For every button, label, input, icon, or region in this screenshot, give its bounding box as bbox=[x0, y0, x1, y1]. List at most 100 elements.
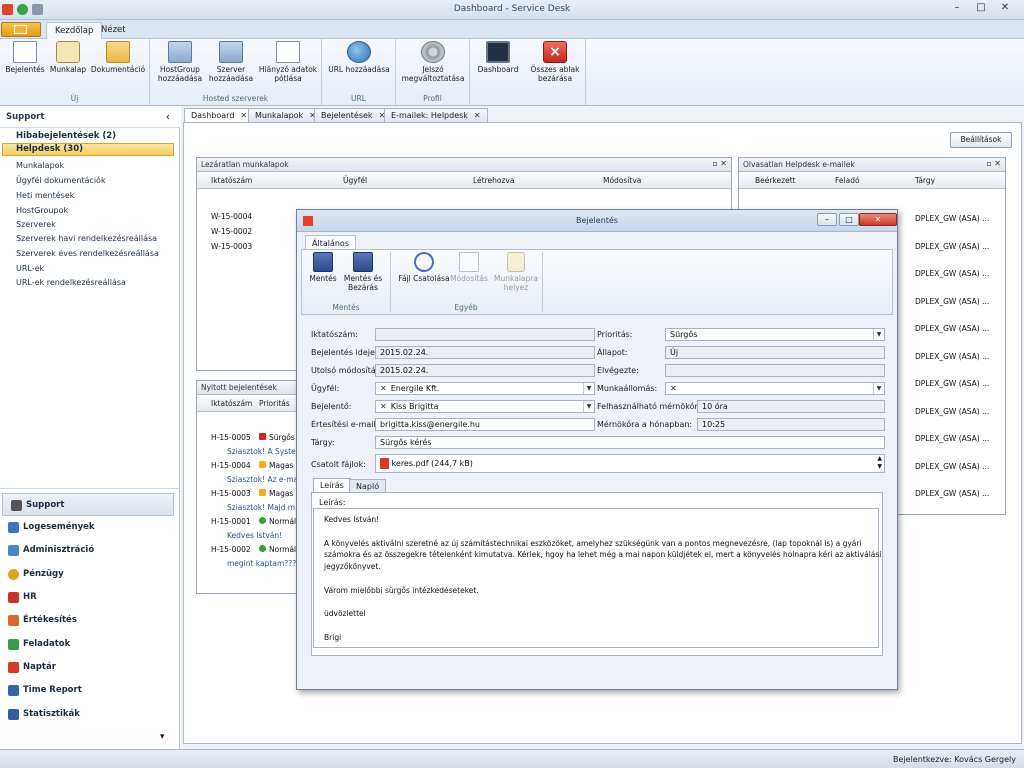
attachments-scroll[interactable]: ▲ ▼ bbox=[877, 455, 882, 471]
customer-select[interactable]: ✕ Energile Kft. ▼ bbox=[375, 382, 595, 395]
ticket-priority-cell[interactable]: Normál bbox=[259, 545, 296, 554]
file-menu-button[interactable] bbox=[1, 22, 41, 37]
new-ticket-button[interactable]: Bejelentés bbox=[4, 41, 46, 74]
close-tab-icon[interactable]: ✕ bbox=[240, 111, 247, 120]
ticket-id-cell[interactable]: H-15-0005 bbox=[211, 433, 251, 442]
subject-field[interactable]: Sürgős kérés bbox=[375, 436, 885, 449]
tab-dashboard[interactable]: Dashboard ✕ bbox=[184, 108, 255, 123]
sidebar-item-servers[interactable]: Szerverek bbox=[16, 220, 56, 229]
ticket-priority-cell[interactable]: Magas bbox=[259, 461, 293, 470]
clear-icon[interactable]: ✕ bbox=[380, 384, 387, 393]
modify-button[interactable]: Módosítás bbox=[450, 252, 488, 283]
close-button[interactable]: ✕ bbox=[994, 1, 1016, 16]
workstation-select[interactable]: ✕ ▼ bbox=[665, 382, 885, 395]
add-server-button[interactable]: Szerver hozzáadása bbox=[208, 41, 254, 83]
email-subject-cell[interactable]: DPLEX_GW (ASA) ... bbox=[915, 297, 989, 306]
ticket-priority-cell[interactable]: Sürgős bbox=[259, 433, 295, 442]
chevron-down-icon[interactable]: ▼ bbox=[583, 383, 594, 394]
save-close-button[interactable]: Mentés és Bezárás bbox=[342, 252, 384, 292]
col-header[interactable]: Tárgy bbox=[915, 176, 935, 185]
sidebar-item-customer-docs[interactable]: Ügyfél dokumentációk bbox=[16, 176, 106, 185]
col-header[interactable]: Iktatószám bbox=[211, 176, 252, 185]
email-subject-cell[interactable]: DPLEX_GW (ASA) ... bbox=[915, 489, 989, 498]
dialog-maximize-button[interactable]: □ bbox=[839, 213, 859, 226]
dashboard-button[interactable]: Dashboard bbox=[474, 41, 522, 74]
save-button[interactable]: Mentés bbox=[308, 252, 338, 283]
sidebar-item-tickets[interactable]: Hibabejelentések (2) bbox=[16, 131, 116, 141]
tab-worksheets[interactable]: Munkalapok ✕ bbox=[248, 108, 323, 123]
sidebar-item-helpdesk[interactable]: Helpdesk (30) bbox=[2, 143, 174, 156]
close-all-windows-button[interactable]: × Összes ablak bezárása bbox=[526, 41, 584, 83]
nav-finance[interactable]: Pénzügy bbox=[0, 563, 178, 586]
dialog-close-button[interactable]: ✕ bbox=[859, 213, 897, 226]
attachment-link[interactable]: keres.pdf (244,7 kB) bbox=[392, 459, 473, 468]
ribbon-tab-view[interactable]: Nézet bbox=[93, 22, 134, 39]
description-textarea[interactable]: Kedves István! A könyvelés aktiválni szer… bbox=[313, 508, 881, 648]
sidebar-item-worksheets[interactable]: Munkalapok bbox=[16, 161, 64, 170]
ticket-id-cell[interactable]: H-15-0001 bbox=[211, 517, 251, 526]
col-header[interactable]: Beérkezett bbox=[755, 176, 796, 185]
email-field[interactable]: brigitta.kiss@energile.hu bbox=[375, 418, 595, 431]
clear-icon[interactable]: ✕ bbox=[380, 402, 387, 411]
table-row[interactable]: W-15-0003 bbox=[211, 242, 252, 251]
pane-controls[interactable]: ▫ ✕ bbox=[712, 159, 727, 168]
fill-missing-data-button[interactable]: Hiányzó adatok pótlása bbox=[256, 41, 320, 83]
tab-emails[interactable]: E-mailek: Helpdesk ✕ bbox=[384, 108, 488, 123]
nav-time-report[interactable]: Time Report bbox=[0, 679, 178, 702]
email-subject-cell[interactable]: DPLEX_GW (ASA) ... bbox=[915, 407, 989, 416]
subtab-log[interactable]: Napló bbox=[349, 479, 387, 493]
nav-tasks[interactable]: Feladatok bbox=[0, 633, 178, 656]
chevron-down-icon[interactable]: ▼ bbox=[873, 329, 884, 340]
add-hostgroup-button[interactable]: HostGroup hozzáadása bbox=[154, 41, 206, 83]
nav-sales[interactable]: Értékesítés bbox=[0, 609, 178, 632]
table-row[interactable]: W-15-0002 bbox=[211, 227, 252, 236]
ticket-id-cell[interactable]: H-15-0003 bbox=[211, 489, 251, 498]
email-subject-cell[interactable]: DPLEX_GW (ASA) ... bbox=[915, 462, 989, 471]
sidebar-item-hostgroups[interactable]: HostGroupok bbox=[16, 206, 68, 215]
email-subject-cell[interactable]: DPLEX_GW (ASA) ... bbox=[915, 434, 989, 443]
email-subject-cell[interactable]: DPLEX_GW (ASA) ... bbox=[915, 269, 989, 278]
chevron-down-icon[interactable]: ▼ bbox=[873, 383, 884, 394]
col-header[interactable]: Módosítva bbox=[603, 176, 641, 185]
priority-select[interactable]: Sürgős ▼ bbox=[665, 328, 885, 341]
sidebar-item-weekly-backups[interactable]: Heti mentések bbox=[16, 191, 74, 200]
more-nav-button[interactable]: ▾ bbox=[160, 732, 165, 742]
new-worksheet-button[interactable]: Munkalap bbox=[48, 41, 88, 74]
sidebar-item-url-availability[interactable]: URL-ek rendelkezésreállása bbox=[16, 278, 126, 287]
email-subject-cell[interactable]: DPLEX_GW (ASA) ... bbox=[915, 214, 989, 223]
ticket-priority-cell[interactable]: Magas bbox=[259, 489, 293, 498]
maximize-button[interactable]: □ bbox=[970, 1, 992, 16]
email-subject-cell[interactable]: DPLEX_GW (ASA) ... bbox=[915, 324, 989, 333]
dialog-tab-general[interactable]: Általános bbox=[305, 235, 356, 250]
col-header[interactable]: Feladó bbox=[835, 176, 860, 185]
email-subject-cell[interactable]: DPLEX_GW (ASA) ... bbox=[915, 352, 989, 361]
col-header[interactable]: Ügyfél bbox=[343, 176, 367, 185]
nav-hr[interactable]: HR bbox=[0, 586, 178, 609]
add-url-button[interactable]: URL hozzáadása bbox=[324, 41, 394, 74]
clear-icon[interactable]: ✕ bbox=[670, 384, 677, 393]
sidebar-item-urls[interactable]: URL-ek bbox=[16, 264, 44, 273]
nav-support[interactable]: Support bbox=[2, 493, 174, 516]
sidebar-item-servers-yearly[interactable]: Szerverek éves rendelkezésreállása bbox=[16, 249, 159, 258]
ticket-id-cell[interactable]: H-15-0004 bbox=[211, 461, 251, 470]
col-header[interactable]: Iktatószám bbox=[211, 399, 252, 408]
col-header[interactable]: Prioritás bbox=[259, 399, 290, 408]
nav-logs[interactable]: Logesemények bbox=[0, 516, 178, 539]
close-tab-icon[interactable]: ✕ bbox=[474, 111, 481, 120]
table-row[interactable]: W-15-0004 bbox=[211, 212, 252, 221]
minimize-button[interactable]: – bbox=[946, 1, 968, 16]
collapse-panel-button[interactable]: ‹ bbox=[166, 110, 170, 123]
email-subject-cell[interactable]: DPLEX_GW (ASA) ... bbox=[915, 242, 989, 251]
col-header[interactable]: Létrehozva bbox=[473, 176, 514, 185]
nav-statistics[interactable]: Statisztikák bbox=[0, 703, 178, 726]
pane-controls[interactable]: ▫ ✕ bbox=[986, 159, 1001, 168]
dialog-minimize-button[interactable]: – bbox=[817, 213, 837, 226]
tab-tickets[interactable]: Bejelentések ✕ bbox=[314, 108, 393, 123]
change-password-button[interactable]: Jelszó megváltoztatása bbox=[398, 41, 468, 83]
sidebar-item-servers-monthly[interactable]: Szerverek havi rendelkezésreállása bbox=[16, 234, 157, 243]
nav-calendar[interactable]: Naptár bbox=[0, 656, 178, 679]
attach-file-button[interactable]: Fájl Csatolása bbox=[398, 248, 450, 283]
chevron-down-icon[interactable]: ▼ bbox=[583, 401, 594, 412]
email-subject-cell[interactable]: DPLEX_GW (ASA) ... bbox=[915, 379, 989, 388]
subtab-description[interactable]: Leírás bbox=[313, 478, 351, 493]
